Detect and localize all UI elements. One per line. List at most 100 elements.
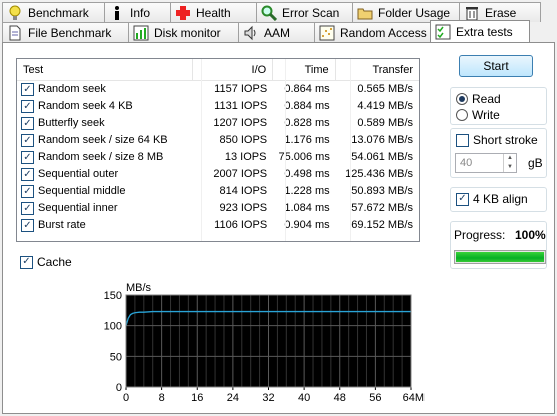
row-checkbox[interactable]: ✓ bbox=[21, 83, 34, 96]
tab-label: Benchmark bbox=[28, 5, 89, 20]
tab-health[interactable]: Health bbox=[170, 2, 257, 22]
tab-label: AAM bbox=[264, 25, 291, 40]
cache-option[interactable]: ✓ Cache bbox=[20, 255, 72, 269]
tab-disk-monitor[interactable]: Disk monitor bbox=[128, 22, 239, 42]
x-tick-label: 16 bbox=[191, 392, 203, 401]
y-tick-label: 0 bbox=[116, 382, 122, 394]
tab-file-benchmark[interactable]: File Benchmark bbox=[2, 22, 129, 42]
io-cell: 923 IOPS bbox=[219, 202, 268, 214]
checklist-icon bbox=[435, 24, 451, 40]
spin-buttons[interactable]: ▲ ▼ bbox=[503, 154, 516, 172]
start-button[interactable]: Start bbox=[459, 55, 533, 77]
test-name-cell: ✓ Random seek bbox=[17, 81, 193, 98]
table-row[interactable]: ✓ Burst rate 1106 IOPS 0.904 ms 69.152 MB/s bbox=[17, 217, 419, 234]
column-header-test[interactable]: Test bbox=[17, 59, 193, 81]
x-tick-label: 64MB bbox=[403, 392, 425, 401]
read-radio[interactable]: Read bbox=[456, 92, 501, 106]
row-checkbox[interactable]: ✓ bbox=[21, 134, 34, 147]
test-name: Random seek 4 KB bbox=[38, 100, 133, 112]
tab-row-top: Benchmark Info Health Error Scan Folder … bbox=[2, 2, 541, 22]
table-row[interactable]: ✓ Sequential outer 2007 IOPS 0.498 ms 125.43… bbox=[17, 166, 419, 183]
test-name-cell: ✓ Sequential middle bbox=[17, 183, 193, 200]
results-table: Test I/O Time Transfer ✓ Random seek 1157 … bbox=[16, 58, 420, 242]
test-name-cell: ✓ Sequential outer bbox=[17, 166, 193, 183]
tab-erase[interactable]: Erase bbox=[459, 2, 541, 22]
table-row[interactable]: ✓ Sequential inner 923 IOPS 1.084 ms 57.672 … bbox=[17, 200, 419, 217]
tab-folder-usage[interactable]: Folder Usage bbox=[352, 2, 460, 22]
cache-label: Cache bbox=[37, 255, 72, 269]
io-cell: 2007 IOPS bbox=[213, 168, 268, 180]
tab-label: File Benchmark bbox=[28, 25, 112, 40]
read-radio-button[interactable] bbox=[456, 93, 468, 105]
row-checkbox[interactable]: ✓ bbox=[21, 168, 34, 181]
io-cell: 814 IOPS bbox=[219, 185, 268, 197]
transfer-cell: 125.436 MB/s bbox=[345, 168, 413, 180]
spin-up-icon[interactable]: ▲ bbox=[504, 154, 516, 163]
column-header-io[interactable]: I/O bbox=[193, 59, 274, 81]
short-stroke-size-input[interactable]: 40 ▲ ▼ bbox=[455, 153, 517, 173]
tab-label: Info bbox=[130, 5, 151, 20]
tab-label: Folder Usage bbox=[378, 5, 451, 20]
table-body: ✓ Random seek 1157 IOPS 0.864 ms 0.565 MB/s ✓… bbox=[17, 81, 419, 234]
row-checkbox[interactable]: ✓ bbox=[21, 117, 34, 130]
transfer-cell: 0.589 MB/s bbox=[357, 117, 413, 129]
row-checkbox[interactable]: ✓ bbox=[21, 100, 34, 113]
benchmark-bulb-icon bbox=[7, 5, 23, 21]
table-row[interactable]: ✓ Random seek 4 KB 1131 IOPS 0.884 ms 4.419 … bbox=[17, 98, 419, 115]
read-label: Read bbox=[472, 92, 501, 106]
table-row[interactable]: ✓ Random seek / size 8 MB 13 IOPS 75.006 ms… bbox=[17, 149, 419, 166]
transfer-rate-graph: 0 50 100 150 0 8 16 24 32 40 48 56 64MB MB/s bbox=[104, 282, 425, 401]
test-name: Sequential inner bbox=[38, 202, 118, 214]
time-cell: 0.828 ms bbox=[284, 117, 330, 129]
table-row[interactable]: ✓ Butterfly seek 1207 IOPS 0.828 ms 0.589 MB… bbox=[17, 115, 419, 132]
test-name: Random seek / size 64 KB bbox=[38, 134, 168, 146]
align-checkbox[interactable]: ✓ bbox=[456, 192, 469, 206]
test-name: Random seek bbox=[38, 83, 106, 95]
table-row[interactable]: ✓ Random seek / size 64 KB 850 IOPS 1.176 m… bbox=[17, 132, 419, 149]
write-radio-button[interactable] bbox=[456, 109, 468, 121]
column-header-transfer[interactable]: Transfer bbox=[336, 59, 419, 81]
tab-benchmark[interactable]: Benchmark bbox=[2, 2, 105, 22]
test-name: Burst rate bbox=[38, 219, 86, 231]
short-stroke-option[interactable]: Short stroke bbox=[456, 133, 538, 147]
spin-down-icon[interactable]: ▼ bbox=[504, 163, 516, 172]
tab-label: Health bbox=[196, 5, 231, 20]
io-cell: 13 IOPS bbox=[224, 151, 267, 163]
tab-extra-tests[interactable]: Extra tests bbox=[430, 20, 530, 42]
tab-label: Random Access bbox=[340, 25, 427, 40]
test-name-cell: ✓ Random seek / size 64 KB bbox=[17, 132, 193, 149]
transfer-cell: 4.419 MB/s bbox=[357, 100, 413, 112]
cache-checkbox[interactable]: ✓ bbox=[20, 255, 33, 269]
io-cell: 850 IOPS bbox=[219, 134, 268, 146]
write-radio[interactable]: Write bbox=[456, 108, 500, 122]
tab-label: Error Scan bbox=[282, 5, 340, 20]
short-stroke-checkbox[interactable] bbox=[456, 133, 469, 147]
time-cell: 75.006 ms bbox=[278, 151, 330, 163]
test-name-cell: ✓ Burst rate bbox=[17, 217, 193, 234]
row-checkbox[interactable]: ✓ bbox=[21, 185, 34, 198]
y-tick-label: 50 bbox=[110, 351, 122, 363]
tab-row-bottom: File Benchmark Disk monitor AAM Random A… bbox=[2, 20, 530, 42]
time-cell: 1.176 ms bbox=[284, 134, 330, 146]
row-checkbox[interactable]: ✓ bbox=[21, 202, 34, 215]
y-tick-label: 100 bbox=[104, 321, 122, 333]
align-option[interactable]: ✓ 4 KB align bbox=[456, 192, 528, 206]
table-row[interactable]: ✓ Random seek 1157 IOPS 0.864 ms 0.565 MB/s bbox=[17, 81, 419, 98]
write-label: Write bbox=[472, 108, 500, 122]
column-header-time[interactable]: Time bbox=[273, 59, 336, 81]
tab-aam[interactable]: AAM bbox=[238, 22, 315, 42]
tab-random-access[interactable]: Random Access bbox=[314, 22, 431, 42]
transfer-cell: 0.565 MB/s bbox=[357, 83, 413, 95]
row-checkbox[interactable]: ✓ bbox=[21, 151, 34, 164]
test-name-cell: ✓ Random seek 4 KB bbox=[17, 98, 193, 115]
tab-info[interactable]: Info bbox=[104, 2, 171, 22]
align-label: 4 KB align bbox=[473, 192, 528, 206]
progress-bar bbox=[454, 250, 546, 264]
info-icon bbox=[109, 5, 125, 21]
row-checkbox[interactable]: ✓ bbox=[21, 219, 34, 232]
tab-label: Erase bbox=[485, 5, 517, 20]
transfer-cell: 54.061 MB/s bbox=[351, 151, 413, 163]
table-row[interactable]: ✓ Sequential middle 814 IOPS 1.228 ms 50.893… bbox=[17, 183, 419, 200]
tab-error-scan[interactable]: Error Scan bbox=[256, 2, 353, 22]
test-name: Sequential middle bbox=[38, 185, 126, 197]
